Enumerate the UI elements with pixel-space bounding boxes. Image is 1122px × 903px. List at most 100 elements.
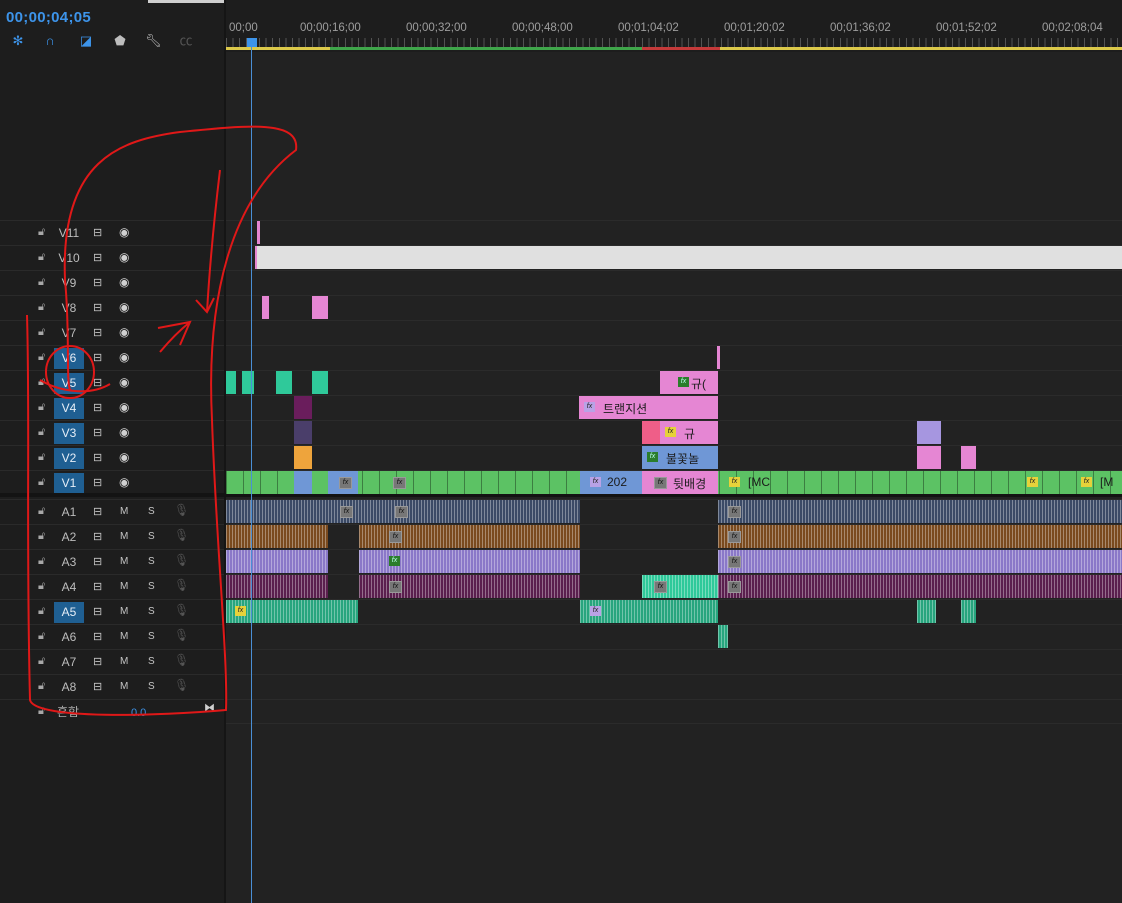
lock-icon[interactable]: 🔓︎ — [38, 351, 45, 364]
voice-over-mic-icon[interactable]: 🎙︎ — [174, 553, 189, 567]
solo-button[interactable]: S — [148, 631, 155, 642]
go-to-end-icon[interactable]: ⧓ — [204, 701, 215, 714]
clip[interactable]: fx [M — [1076, 471, 1122, 494]
clip[interactable] — [294, 421, 312, 444]
mute-button[interactable]: M — [120, 506, 128, 517]
lane-v6[interactable] — [226, 345, 1122, 370]
mute-button[interactable]: M — [120, 581, 128, 592]
lane-v8[interactable] — [226, 295, 1122, 320]
track-name[interactable]: V11 — [54, 223, 84, 244]
magnet-icon[interactable]: ∩ — [42, 34, 58, 48]
clip[interactable] — [294, 471, 312, 494]
audio-clip-a4[interactable]: fx — [642, 575, 718, 598]
clip[interactable] — [276, 371, 292, 394]
voice-over-mic-icon[interactable]: 🎙︎ — [174, 628, 189, 642]
lane-a7[interactable] — [226, 649, 1122, 674]
lock-icon[interactable]: 🔓︎ — [38, 426, 45, 439]
solo-button[interactable]: S — [148, 606, 155, 617]
eye-icon[interactable]: ◉ — [119, 225, 129, 239]
eye-icon[interactable]: ◉ — [119, 450, 129, 464]
mute-button[interactable]: M — [120, 556, 128, 567]
clip[interactable] — [257, 221, 260, 244]
mix-volume-value[interactable]: 0.0 — [131, 707, 146, 719]
clip[interactable] — [294, 446, 312, 469]
audio-clip-a5[interactable]: fx — [580, 600, 718, 623]
sync-lock-icon[interactable]: ⊟ — [93, 476, 102, 489]
track-name[interactable]: V3 — [54, 423, 84, 444]
eye-icon[interactable]: ◉ — [119, 250, 129, 264]
clip[interactable] — [917, 446, 941, 469]
solo-button[interactable]: S — [148, 531, 155, 542]
track-name[interactable]: V6 — [54, 348, 84, 369]
lock-icon[interactable]: 🔓︎ — [38, 680, 45, 693]
eye-icon[interactable]: ◉ — [119, 375, 129, 389]
track-name[interactable]: A6 — [54, 627, 84, 648]
track-name[interactable]: V8 — [54, 298, 84, 319]
sync-lock-icon[interactable]: ⊟ — [93, 580, 102, 593]
mute-button[interactable]: M — [120, 531, 128, 542]
eye-icon[interactable]: ◉ — [119, 400, 129, 414]
sync-lock-icon[interactable]: ⊟ — [93, 326, 102, 339]
lock-icon[interactable]: 🔓︎ — [38, 276, 45, 289]
audio-clip-a1[interactable]: fx fx — [226, 500, 580, 523]
clip[interactable]: fx 불꽃놀 — [642, 446, 718, 469]
clip[interactable] — [917, 421, 941, 444]
lane-v11[interactable] — [226, 220, 1122, 245]
lock-icon[interactable]: 🔓︎ — [38, 530, 45, 543]
eye-icon[interactable]: ◉ — [119, 350, 129, 364]
linked-selection-icon[interactable]: ◪ — [78, 34, 94, 48]
mute-button[interactable]: M — [120, 681, 128, 692]
mute-button[interactable]: M — [120, 606, 128, 617]
audio-clip-a4[interactable]: fx — [718, 575, 1122, 598]
sync-lock-icon[interactable]: ⊟ — [93, 630, 102, 643]
audio-clip-a4[interactable] — [226, 575, 328, 598]
lane-v7[interactable] — [226, 320, 1122, 345]
lock-icon[interactable]: 🔓︎ — [38, 476, 45, 489]
track-name[interactable]: A7 — [54, 652, 84, 673]
voice-over-mic-icon[interactable]: 🎙︎ — [174, 578, 189, 592]
track-name[interactable]: V7 — [54, 323, 84, 344]
voice-over-mic-icon[interactable]: 🎙︎ — [174, 603, 189, 617]
sync-lock-icon[interactable]: ⊟ — [93, 680, 102, 693]
audio-clip-a4[interactable]: fx — [359, 575, 580, 598]
track-name[interactable]: V2 — [54, 448, 84, 469]
clip[interactable]: fx — [1022, 471, 1042, 494]
audio-clip-a1[interactable]: fx — [718, 500, 1122, 523]
lock-icon[interactable]: 🔓︎ — [38, 580, 45, 593]
lock-icon[interactable]: 🔓︎ — [38, 376, 45, 389]
sync-lock-icon[interactable]: ⊟ — [93, 251, 102, 264]
lock-icon[interactable]: 🔓︎ — [38, 630, 45, 643]
sync-lock-icon[interactable]: ⊟ — [93, 655, 102, 668]
solo-button[interactable]: S — [148, 506, 155, 517]
solo-button[interactable]: S — [148, 581, 155, 592]
track-name[interactable]: A1 — [54, 502, 84, 523]
lock-icon[interactable]: 🔓︎ — [38, 401, 45, 414]
clip[interactable] — [242, 371, 254, 394]
playhead-handle[interactable] — [247, 38, 257, 47]
audio-clip-a5[interactable] — [961, 600, 976, 623]
sync-lock-icon[interactable]: ⊟ — [93, 451, 102, 464]
clip[interactable] — [717, 346, 720, 369]
track-name[interactable]: V4 — [54, 398, 84, 419]
track-name[interactable]: A3 — [54, 552, 84, 573]
track-name[interactable]: A2 — [54, 527, 84, 548]
clip[interactable] — [312, 296, 328, 319]
solo-button[interactable]: S — [148, 556, 155, 567]
snap-icon[interactable]: ✻ — [10, 34, 26, 48]
clip[interactable]: fx — [391, 471, 411, 494]
track-name[interactable]: V5 — [54, 373, 84, 394]
sync-lock-icon[interactable]: ⊟ — [93, 530, 102, 543]
audio-clip-a5[interactable]: fx — [226, 600, 358, 623]
sync-lock-icon[interactable]: ⊟ — [93, 276, 102, 289]
captions-icon[interactable]: ㏄ — [178, 34, 194, 48]
sync-lock-icon[interactable]: ⊟ — [93, 605, 102, 618]
clip[interactable] — [294, 396, 312, 419]
lock-icon[interactable]: 🔓︎ — [38, 505, 45, 518]
lock-icon[interactable]: 🔓︎ — [38, 705, 45, 718]
lock-icon[interactable]: 🔓︎ — [38, 451, 45, 464]
eye-icon[interactable]: ◉ — [119, 325, 129, 339]
clip[interactable] — [262, 296, 269, 319]
eye-icon[interactable]: ◉ — [119, 275, 129, 289]
lock-icon[interactable]: 🔓︎ — [38, 226, 45, 239]
sync-lock-icon[interactable]: ⊟ — [93, 226, 102, 239]
